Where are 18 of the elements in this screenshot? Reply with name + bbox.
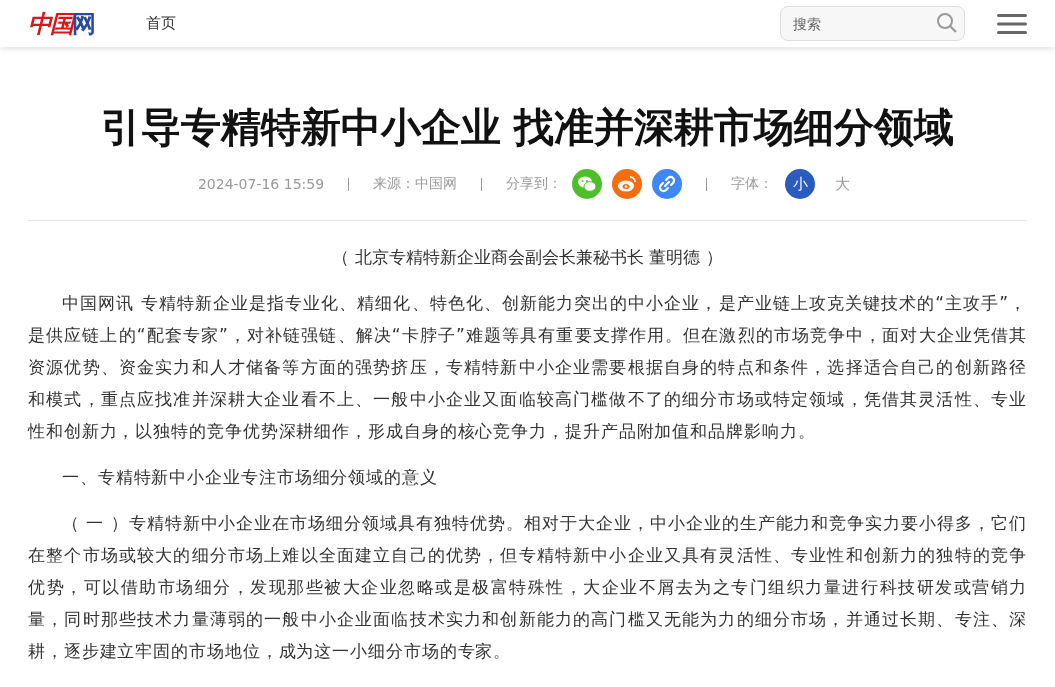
font-size-button[interactable]: 小 [785, 169, 816, 199]
menu-icon[interactable] [997, 13, 1027, 34]
article-source: 来源：中国网 [373, 175, 458, 193]
article-title: 引导专精特新中小企业 找准并深耕市场细分领域 [99, 103, 956, 152]
article-paragraph: 一、专精特新中小企业专注市场细分领域的意义 [61, 466, 439, 489]
article-paragraph: （ 一 ）专精特新中小企业在市场细分领域具有独特优势。相对于大企业，中小企业的生产能力和竞争实力要小得多，它们在整个市场或较大的细分市场上难以全面建立自己的优势，但专精特新中小企业又具有灵活性、专业性和创新力的独特的竞争优势，可以借助市场细分，发现那些被大企业忽略或是极富特殊性，大企业不屑去为之专门组织力量进行科技研发或营销力量，同时那些技术力量薄弱的一般中小企业面临技术实力和创新能力的高门槛又无能为力的细分市场，并通过长期、专注、深耕，逐步建立牢固的市场地位，成为这一小细分市场的专家。 [28, 512, 1027, 663]
search-icon[interactable] [936, 12, 958, 34]
article-paragraph: 中国网讯 专精特新企业是指专业化、精细化、特色化、创新能力突出的中小企业，是产业链上攻克关键技术的“主攻手”，是供应链上的“配套专家”，对补链强链、解决“卡脖子”难题等具有重要支撑作用。但在激烈的市场竞争中，面对大企业凭借其资源优势、资金实力和人才储备等方面的强势挤压，专精特新中小企业需要根据自身的特点和条件，选择适合自己的创新路径和模式，重点应找准并深耕大企业看不上、一般中小企业又面临较高门槛做不了的细分市场或特定领域，凭借其灵活性、专业性和创新力，以独特的竞争优势深耕细作，形成自身的核心竞争力，提升产品附加值和品牌影响力。 [28, 292, 1027, 443]
eye-icon[interactable] [612, 169, 643, 199]
chat-bubbles-icon[interactable] [572, 169, 603, 199]
font-size-label: 字体： [731, 175, 774, 193]
site-logo[interactable]: 中国网 [28, 7, 94, 40]
publish-date: 2024-07-16 15:59 [197, 176, 325, 192]
share-label: 分享到： [506, 175, 563, 193]
link-icon[interactable] [652, 169, 683, 199]
nav-link[interactable]: 首页 [146, 14, 176, 33]
author-byline: （ 北京专精特新企业商会副会长兼秘书长 董明德 ） [331, 246, 724, 269]
search-field[interactable]: 搜索 [780, 6, 965, 41]
